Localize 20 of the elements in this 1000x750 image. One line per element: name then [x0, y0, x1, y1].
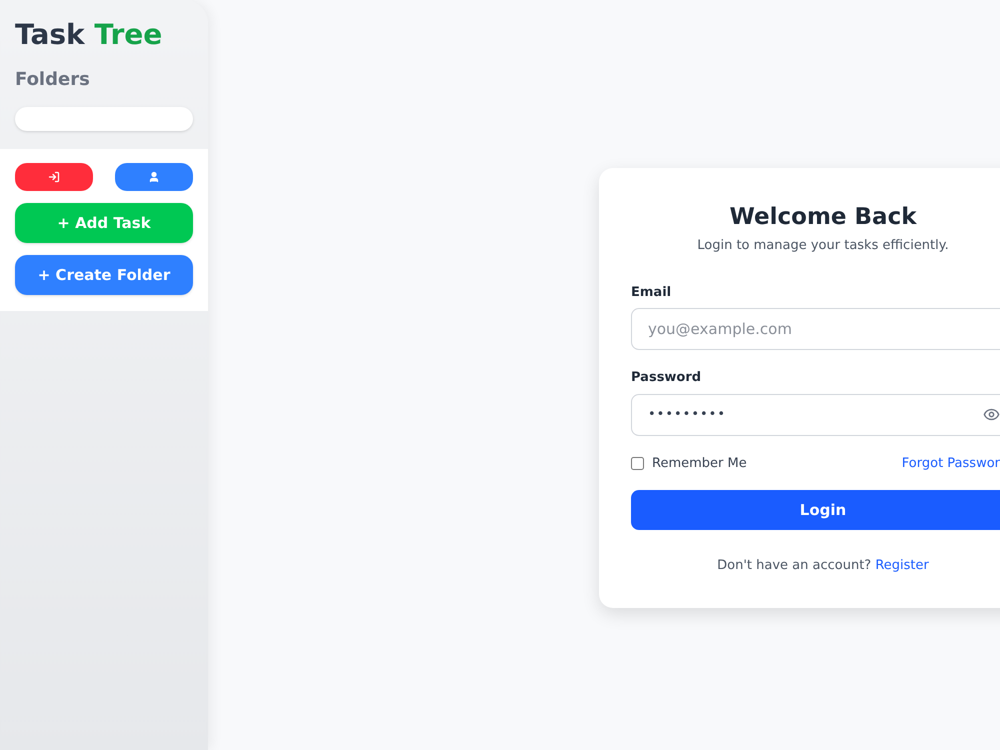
logout-button[interactable]: [15, 163, 93, 191]
card-subtitle: Login to manage your tasks efficiently.: [696, 237, 950, 255]
register-prompt: Don't have an account? Register: [716, 557, 930, 575]
user-icon: [148, 171, 160, 183]
password-label: Password: [631, 369, 702, 387]
card-title: Welcome Back: [728, 203, 918, 232]
create-folder-button[interactable]: + Create Folder: [15, 255, 193, 295]
remember-label: Remember Me: [652, 454, 747, 472]
login-button[interactable]: Login: [631, 490, 1000, 530]
register-link[interactable]: Register: [875, 558, 929, 573]
app-title: Task Tree: [15, 17, 164, 53]
remember-checkbox[interactable]: [631, 456, 644, 470]
forgot-password-link[interactable]: Forgot Passwor: [902, 454, 1000, 473]
logout-icon: [48, 171, 60, 183]
profile-button[interactable]: [115, 163, 193, 191]
email-label: Email: [631, 284, 672, 302]
search-field[interactable]: [15, 107, 193, 131]
email-field[interactable]: you@example.com: [631, 308, 1000, 350]
folders-heading: Folders: [15, 68, 91, 92]
password-field[interactable]: •••••••••: [631, 394, 1000, 436]
